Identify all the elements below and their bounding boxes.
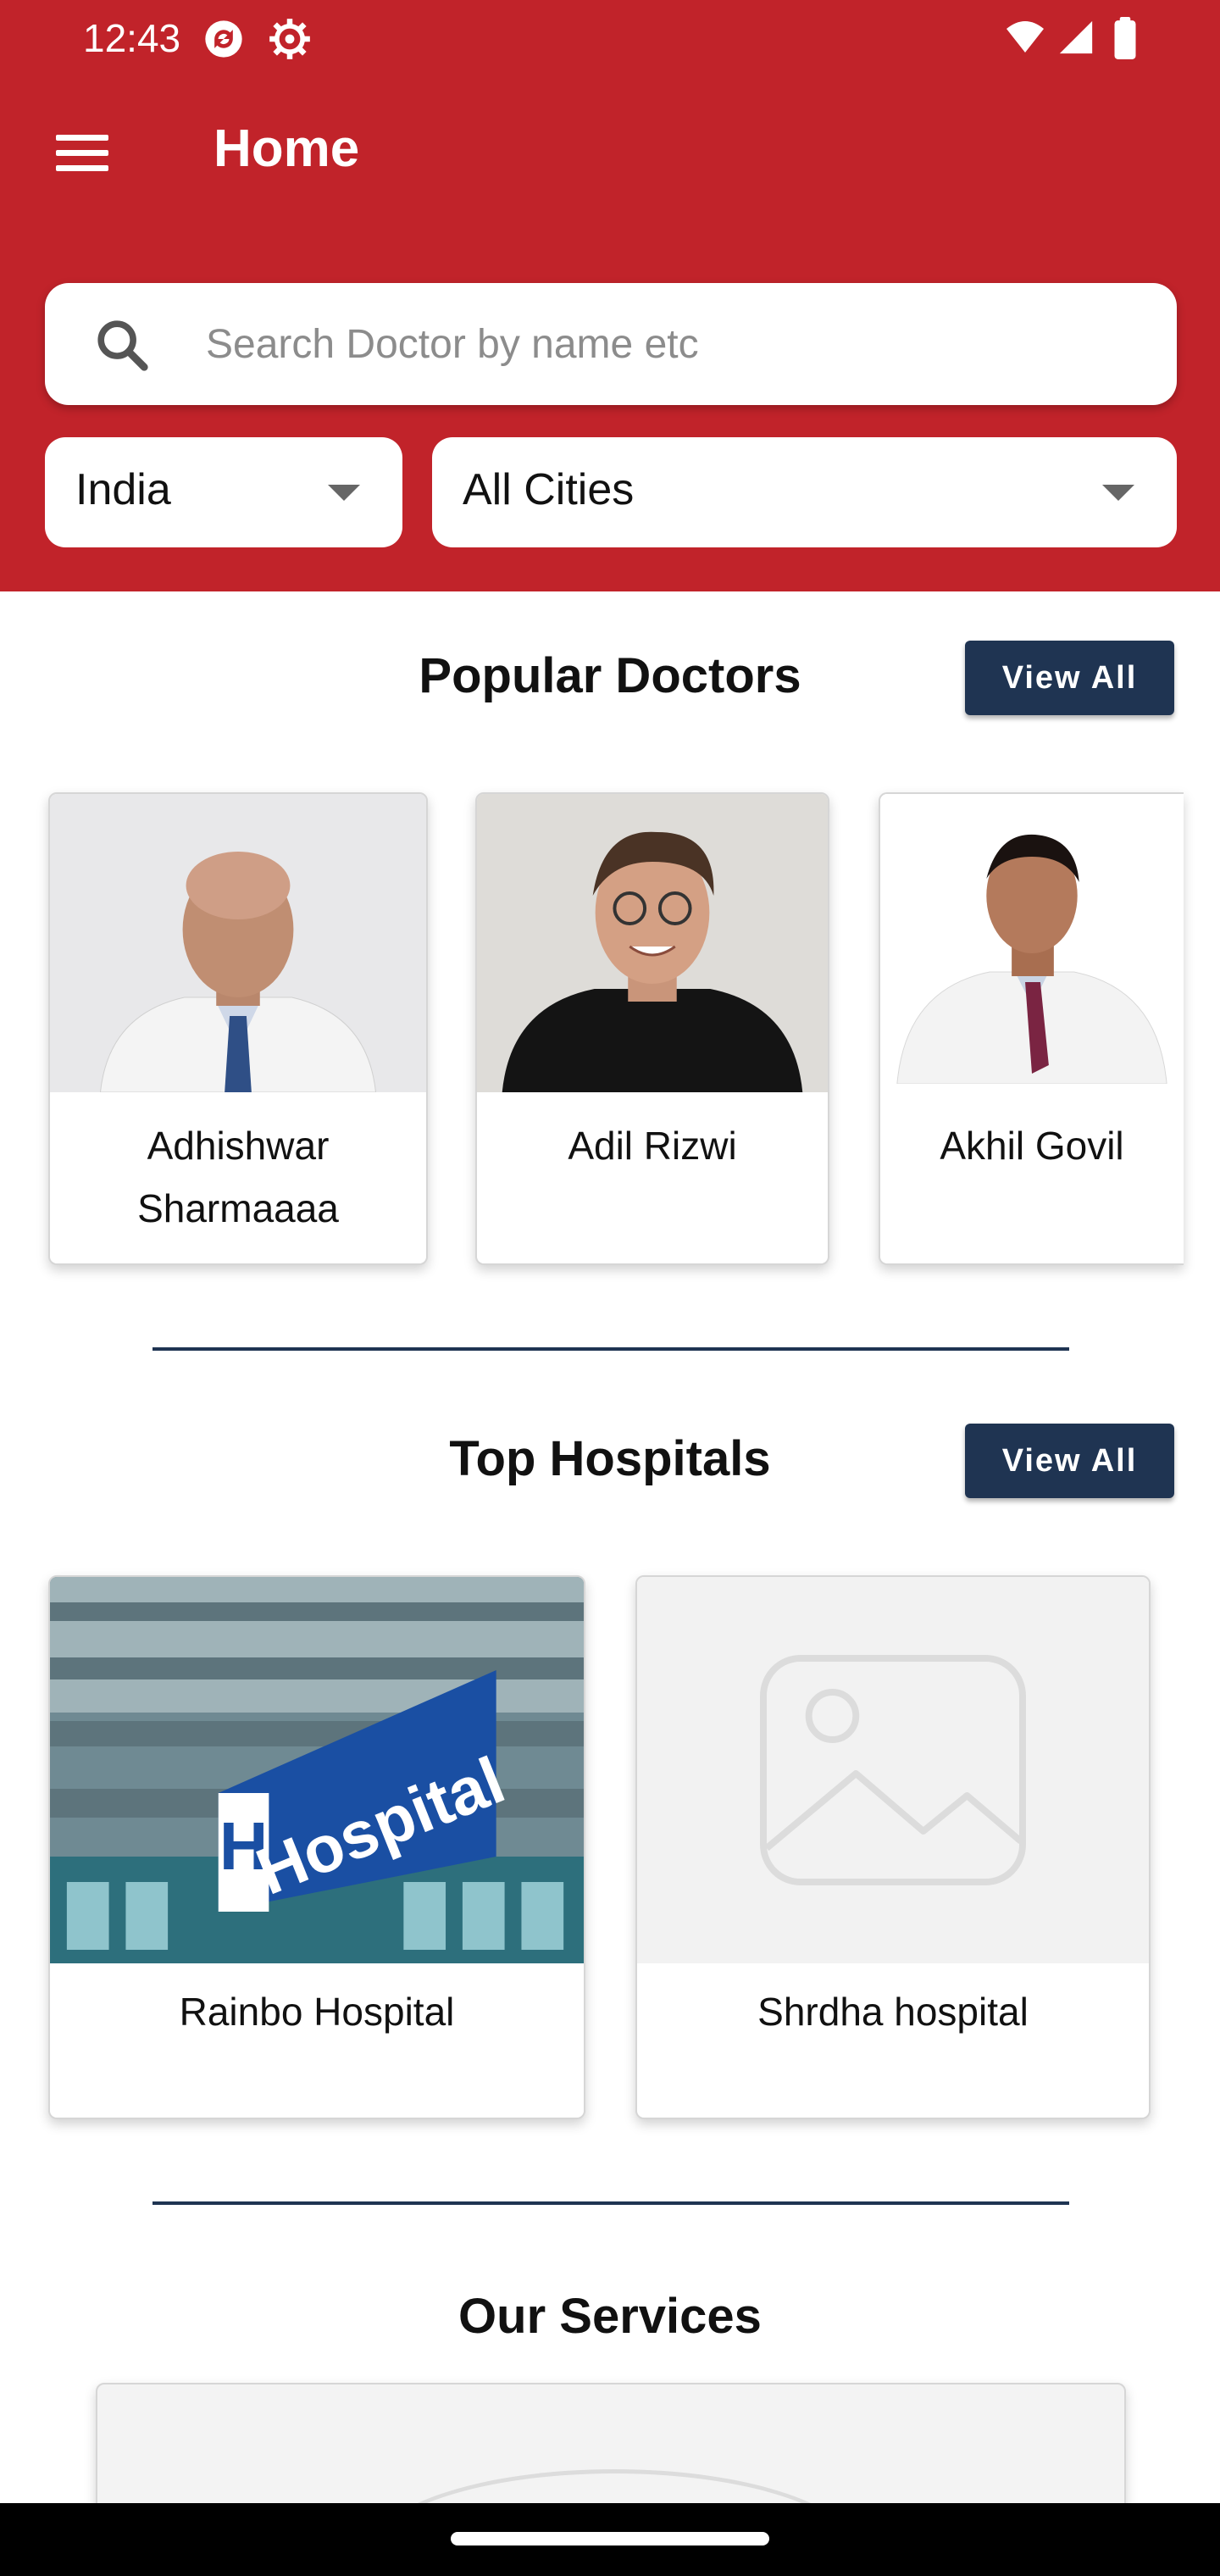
doctor-photo [50,794,426,1092]
doctor-name: Adhishwar Sharmaaaa [137,1124,339,1230]
hospitals-view-all-button[interactable]: View All [965,1424,1174,1498]
status-bar: 12:43 [0,0,1220,75]
doctor-photo [477,794,828,1092]
section-divider [152,1347,1069,1351]
search-input[interactable] [206,308,1138,380]
settings-icon [269,19,310,59]
hospital-name: Rainbo Hospital [179,1990,455,2034]
search-bar[interactable] [45,283,1177,405]
city-dropdown[interactable]: All Cities [432,437,1177,547]
doctors-view-all-button[interactable]: View All [965,641,1174,715]
sync-icon [205,20,242,58]
doctor-name: Akhil Govil [940,1124,1124,1168]
wifi-icon [1006,21,1044,53]
app-header: 12:43 Home Search Doctor by name etc Ind… [0,0,1220,591]
hospital-photo: H Hospital [50,1577,584,1963]
country-dropdown[interactable]: India [45,437,402,547]
country-selected-value: India [75,465,171,514]
search-icon [97,320,148,371]
our-services-heading: Our Services [458,2289,762,2344]
hospital-name: Shrdha hospital [757,1990,1029,2034]
doctor-card[interactable]: Adil Rizwi [475,792,829,1265]
doctor-card[interactable]: Akhil Govil [879,792,1184,1265]
hospital-card[interactable]: H Hospital Rainbo Hospital [48,1575,585,2119]
doctor-photo [880,794,1184,1084]
city-selected-value: All Cities [463,465,635,514]
signal-icon [1059,20,1093,54]
hospital-card[interactable]: Shrdha hospital [635,1575,1151,2119]
chevron-down-icon [328,485,360,501]
doctor-card[interactable]: Adhishwar Sharmaaaa [48,792,428,1265]
image-placeholder-icon [637,1577,1149,1963]
battery-icon [1114,17,1136,59]
chevron-down-icon [1102,485,1134,501]
home-gesture-handle[interactable] [451,2532,769,2545]
system-navigation-bar [0,2503,1220,2576]
page-title: Home [214,119,360,178]
status-time: 12:43 [83,16,181,60]
menu-icon[interactable] [53,127,114,178]
doctor-name: Adil Rizwi [568,1124,737,1168]
section-divider [152,2201,1069,2205]
